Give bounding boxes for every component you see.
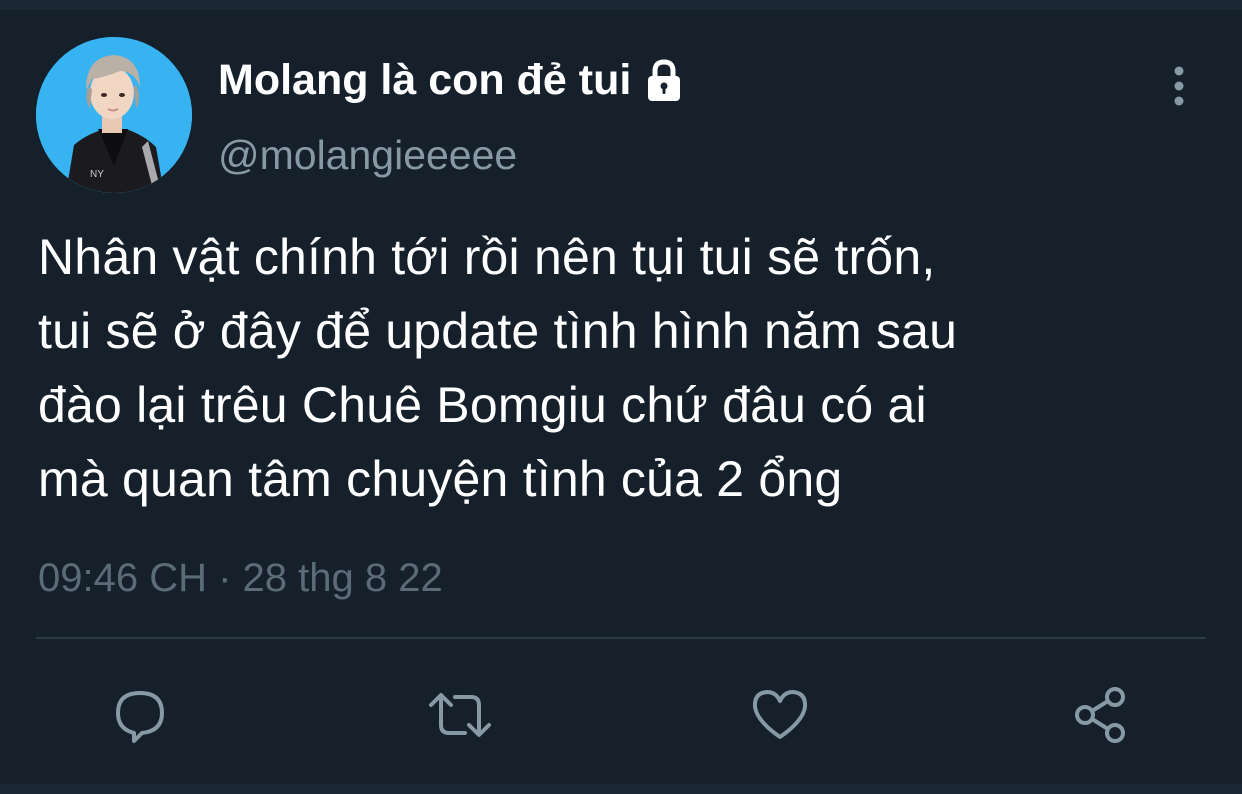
retweet-icon: [429, 693, 491, 737]
avatar-image: NY: [36, 37, 192, 193]
tweet-text-line: đào lại trêu Chuê Bomgiu chứ đâu có ai: [38, 377, 927, 433]
action-bar: [0, 670, 1242, 760]
divider: [36, 637, 1206, 639]
svg-text:NY: NY: [90, 169, 104, 180]
tweet-text-line: Nhân vật chính tới rồi nên tụi tui sẽ tr…: [38, 229, 936, 285]
tweet-timestamp[interactable]: 09:46 CH · 28 thg 8 22: [38, 550, 443, 606]
reply-button[interactable]: [105, 680, 175, 750]
like-button[interactable]: [745, 680, 815, 750]
share-icon: [1075, 687, 1125, 743]
retweet-button[interactable]: [425, 680, 495, 750]
share-button[interactable]: [1066, 680, 1136, 750]
tweet-text-line: mà quan tâm chuyện tình của 2 ổng: [38, 451, 843, 507]
reply-icon: [116, 691, 164, 743]
bottom-separator: [0, 784, 1242, 794]
tweet-text: Nhân vật chính tới rồi nên tụi tui sẽ tr…: [38, 220, 1218, 516]
author-handle[interactable]: @molangieeeee: [218, 130, 517, 180]
author-display-name[interactable]: Molang là con đẻ tui: [218, 54, 631, 106]
tweet-text-line: tui sẽ ở đây để update tình hình năm sau: [38, 303, 958, 359]
more-vertical-icon[interactable]: [1162, 64, 1196, 110]
avatar[interactable]: NY: [36, 37, 192, 193]
heart-icon: [752, 690, 808, 739]
lock-icon: [639, 55, 689, 105]
top-separator: [0, 0, 1242, 10]
author-display-name-row[interactable]: Molang là con đẻ tui: [218, 54, 689, 106]
